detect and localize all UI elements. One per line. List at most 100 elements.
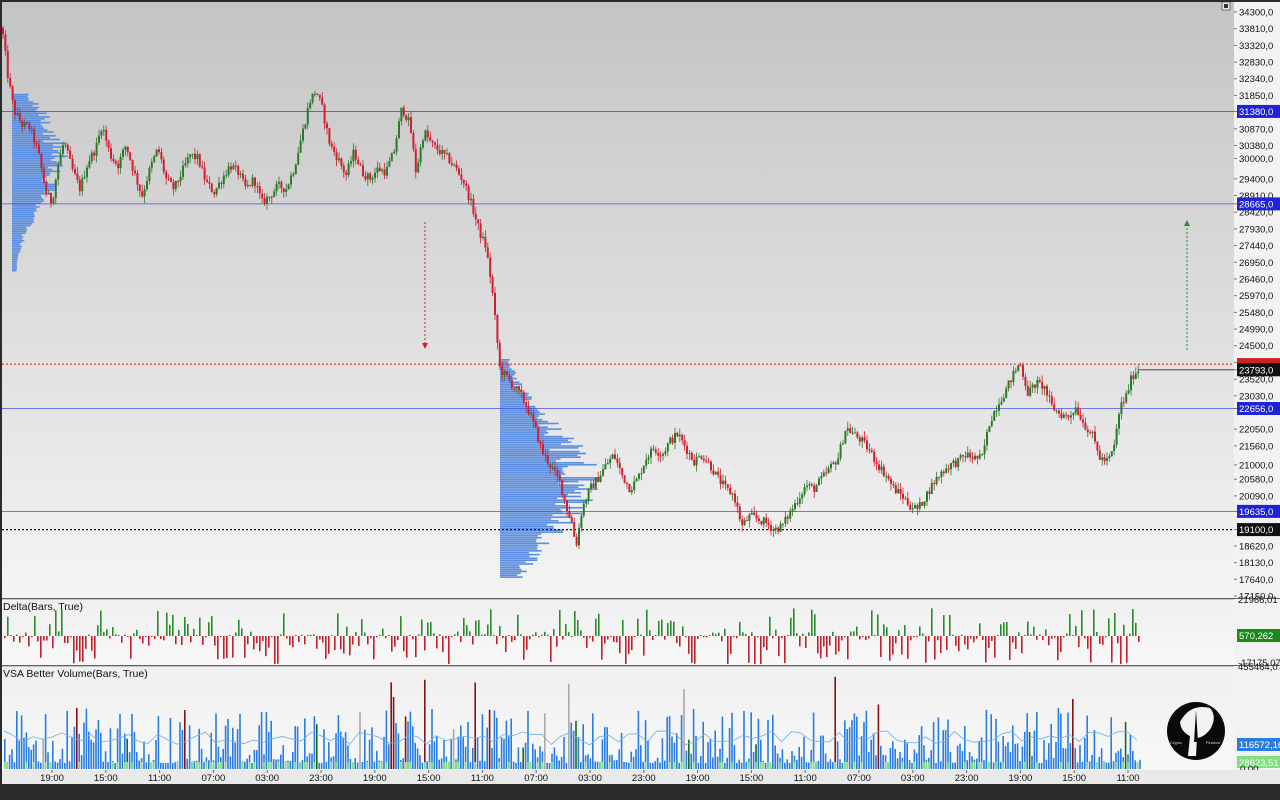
profile-bar (500, 420, 548, 423)
profile-bar (500, 490, 575, 492)
volume-bar (872, 733, 875, 769)
volume-bar (652, 762, 654, 769)
delta-bar (607, 636, 609, 640)
delta-bar (223, 636, 225, 659)
delta-bar (976, 636, 978, 639)
delta-bar (772, 636, 774, 639)
delta-bar (484, 634, 486, 636)
profile-bar (500, 426, 548, 429)
profile-bar (500, 499, 593, 502)
profile-bar (500, 565, 520, 567)
delta-bar (568, 632, 570, 636)
volume-bar (54, 761, 56, 769)
profile-bar (500, 570, 527, 573)
delta-bar (769, 616, 771, 636)
y-tick-label: 26460,0 (1239, 274, 1273, 285)
delta-bar (991, 636, 993, 641)
delta-bar (760, 636, 762, 664)
volume-bar (587, 754, 589, 769)
volume-low-bar (541, 762, 544, 769)
delta-bar (457, 631, 459, 636)
delta-bar (1123, 624, 1125, 636)
delta-bar (220, 636, 222, 638)
delta-bar (73, 636, 75, 664)
time-axis[interactable]: 19:00 15:00 11:00 07:00 03:00 23:00 19:00 15:00… (2, 770, 1280, 784)
delta-bar (118, 634, 120, 636)
volume-bar (282, 745, 284, 769)
delta-bar (847, 636, 849, 660)
profile-bar (500, 559, 538, 562)
delta-bar (580, 630, 582, 636)
delta-bar (814, 614, 816, 636)
volume-bar (438, 759, 440, 769)
delta-bar (115, 634, 117, 636)
x-tick-label: 15:00 (740, 773, 764, 784)
volume-bar (632, 756, 635, 769)
profile-bar (12, 93, 29, 96)
delta-bar (688, 636, 690, 654)
volume-low-bar (767, 762, 769, 769)
volume-bar (572, 730, 575, 769)
volume-bar (64, 762, 66, 769)
price-axis[interactable]: 34300,0 33810,0 33320,0 32830,0 32340,0 31850… (1234, 2, 1280, 603)
volume-bar (623, 761, 625, 769)
volume-bar (18, 740, 20, 769)
delta-bar (697, 636, 699, 640)
volume-bar (102, 761, 104, 769)
delta-bar (673, 621, 675, 636)
profile-bar (12, 198, 44, 201)
volume-low-bar (378, 762, 380, 769)
volume-bar (61, 748, 64, 769)
profile-bar (500, 544, 538, 547)
volume-bar (148, 754, 150, 769)
volume-low-bar (608, 762, 611, 769)
delta-bar (604, 636, 606, 644)
bottom-scrollbar[interactable] (0, 784, 1280, 800)
volume-bar (520, 762, 522, 769)
delta-bar (895, 636, 897, 644)
volume-bar (419, 755, 421, 769)
volume-bar (944, 730, 947, 769)
volume-bar (635, 749, 637, 769)
profile-bar (500, 428, 562, 430)
delta-bar (628, 636, 630, 654)
delta-bar (871, 610, 873, 636)
pane-menu-icon[interactable] (1221, 1, 1231, 11)
y-tick-label: 17640,0 (1239, 575, 1273, 586)
volume-bar (952, 762, 954, 769)
volume-bar (1108, 762, 1110, 769)
volume-bar (342, 737, 344, 769)
delta-bar (913, 636, 915, 638)
delta-bar (217, 636, 219, 660)
volume-bar (318, 762, 320, 769)
delta-bar (817, 636, 819, 654)
profile-bar (500, 409, 539, 412)
y-tick-label: 25480,0 (1239, 308, 1273, 319)
delta-bar (811, 609, 813, 636)
delta-bar (274, 636, 276, 664)
delta-bar (1129, 633, 1131, 636)
profile-bar (12, 249, 21, 251)
delta-bar (160, 636, 162, 640)
delta-bar (1063, 636, 1065, 638)
volume-bar (469, 762, 472, 769)
delta-bar (280, 634, 282, 636)
candle-down (537, 426, 540, 443)
volume-low-bar (887, 762, 889, 769)
volume-low-bar (474, 762, 476, 769)
profile-bar (500, 456, 581, 459)
volume-bar (505, 720, 508, 769)
volume-bar (968, 751, 971, 769)
volume-bar (479, 760, 481, 769)
delta-bar (586, 636, 588, 648)
profile-bar (500, 574, 518, 576)
volume-bar (772, 714, 774, 769)
profile-bar (12, 164, 63, 167)
volume-bar (577, 737, 580, 769)
volume-bar (1088, 761, 1091, 769)
profile-bar (500, 388, 521, 391)
candle-up (988, 425, 991, 433)
profile-bar (500, 563, 534, 565)
delta-bar (799, 636, 801, 647)
candle-up (294, 163, 297, 175)
